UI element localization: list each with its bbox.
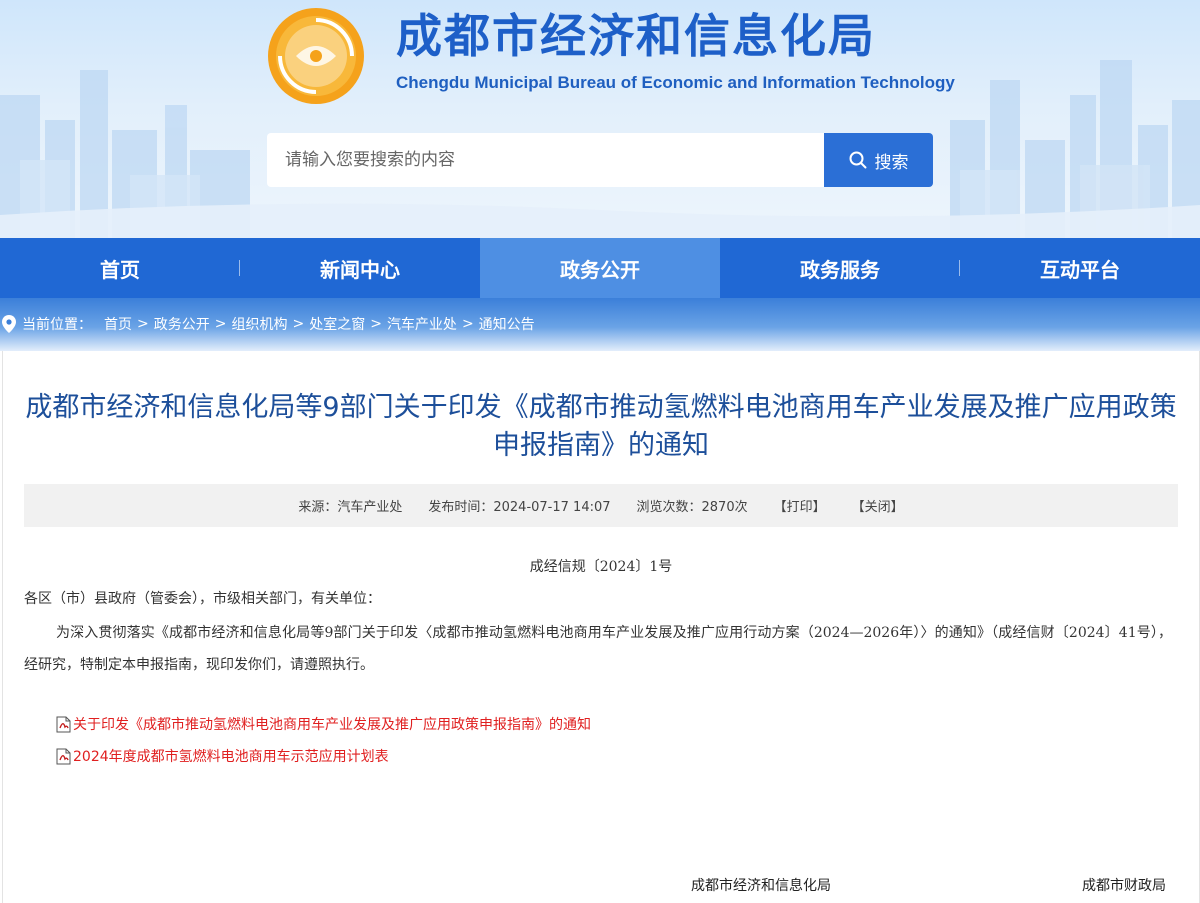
breadcrumb-link-notices[interactable]: 通知公告 <box>479 314 535 334</box>
breadcrumb-separator: > <box>370 316 382 332</box>
main-nav: 首页 新闻中心 政务公开 政务服务 互动平台 <box>0 238 1200 298</box>
pdf-file-icon <box>56 716 71 732</box>
search-input[interactable] <box>267 133 824 187</box>
breadcrumb-link-government-affairs[interactable]: 政务公开 <box>154 314 210 334</box>
search-button[interactable]: 搜索 <box>824 133 933 187</box>
nav-item-home[interactable]: 首页 <box>0 238 240 298</box>
breadcrumb-separator: > <box>292 316 305 332</box>
location-pin-icon <box>2 315 16 333</box>
breadcrumb-separator: > <box>214 316 227 332</box>
breadcrumb-link-organization[interactable]: 组织机构 <box>231 314 287 334</box>
search-button-label: 搜索 <box>874 152 909 173</box>
signature-finance-bureau: 成都市财政局 <box>1082 878 1166 894</box>
bureau-logo-emblem <box>268 8 364 104</box>
breadcrumb-label: 当前位置： <box>22 317 92 333</box>
nav-item-government-affairs[interactable]: 政务公开 <box>480 238 720 298</box>
close-button[interactable]: 【关闭】 <box>852 496 904 515</box>
breadcrumb: 当前位置： 首页 > 政务公开 > 组织机构 > 处室之窗 > 汽车产业处 > … <box>2 312 535 336</box>
site-header: 成都市经济和信息化局 Chengdu Municipal Bureau of E… <box>0 0 1200 238</box>
nav-item-news[interactable]: 新闻中心 <box>240 238 480 298</box>
breadcrumb-link-home[interactable]: 首页 <box>104 314 132 334</box>
attachment-link-label: 2024年度成都市氢燃料电池商用车示范应用计划表 <box>73 749 389 765</box>
nav-item-interaction[interactable]: 互动平台 <box>960 238 1200 298</box>
breadcrumb-separator: > <box>461 316 474 332</box>
nav-item-label: 首页 <box>100 257 140 282</box>
nav-item-label: 新闻中心 <box>320 257 400 282</box>
article-publish-time: 发布时间：2024-07-17 14:07 <box>428 500 611 515</box>
print-button[interactable]: 【打印】 <box>774 496 826 515</box>
attachment-link-label: 关于印发《成都市推动氢燃料电池商用车产业发展及推广应用政策申报指南》的通知 <box>73 717 591 733</box>
article-source: 来源：汽车产业处 <box>298 500 403 515</box>
breadcrumb-bar: 当前位置： 首页 > 政务公开 > 组织机构 > 处室之窗 > 汽车产业处 > … <box>0 298 1200 351</box>
document-number: 成经信规〔2024〕1号 <box>529 559 673 575</box>
article-title: 成都市经济和信息化局等9部门关于印发《成都市推动氢燃料电池商用车产业发展及推广应… <box>25 392 1177 461</box>
attachment-link-2[interactable]: 2024年度成都市氢燃料电池商用车示范应用计划表 <box>56 746 389 766</box>
nav-item-label: 政务公开 <box>560 257 640 282</box>
article-container: 成都市经济和信息化局等9部门关于印发《成都市推动氢燃料电池商用车产业发展及推广应… <box>2 351 1200 903</box>
pdf-file-icon <box>56 748 71 764</box>
nav-item-label: 政务服务 <box>800 257 880 282</box>
nav-item-services[interactable]: 政务服务 <box>720 238 960 298</box>
site-title: 成都市经济和信息化局 <box>396 9 876 63</box>
article-view-count: 浏览次数：2870次 <box>636 500 748 515</box>
site-subtitle: Chengdu Municipal Bureau of Economic and… <box>396 73 955 92</box>
attachment-link-1[interactable]: 关于印发《成都市推动氢燃料电池商用车产业发展及推广应用政策申报指南》的通知 <box>56 714 591 734</box>
breadcrumb-link-auto-industry[interactable]: 汽车产业处 <box>387 314 457 334</box>
nav-item-label: 互动平台 <box>1040 257 1120 282</box>
article-body-paragraph: 为深入贯彻落实《成都市经济和信息化局等9部门关于印发〈成都市推动氢燃料电池商用车… <box>24 625 1172 673</box>
breadcrumb-separator: > <box>137 316 149 332</box>
article-meta-bar: 来源：汽车产业处 发布时间：2024-07-17 14:07 浏览次数：2870… <box>24 484 1178 527</box>
addressee-line: 各区（市）县政府（管委会），市级相关部门，有关单位： <box>24 591 381 607</box>
signature-bureau-economic-info: 成都市经济和信息化局 <box>691 878 831 894</box>
search-icon <box>849 151 866 169</box>
breadcrumb-link-departments[interactable]: 处室之窗 <box>309 314 365 334</box>
